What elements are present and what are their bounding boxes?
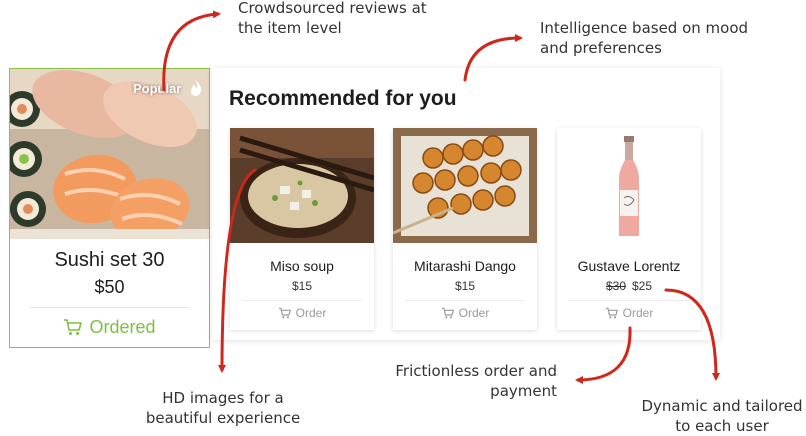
dango-photo	[393, 128, 537, 243]
annotation-frictionless-line1: Frictionless order and	[395, 362, 557, 380]
recommended-heading: Recommended for you	[229, 87, 457, 110]
item-divider	[569, 300, 689, 301]
cart-icon	[278, 307, 291, 319]
popular-badge: Popular	[133, 79, 203, 97]
annotation-reviews-line1: Crowdsourced reviews at	[238, 0, 427, 17]
annotation-frictionless: Frictionless order and payment	[370, 361, 557, 401]
annotation-intelligence-line2: and preferences	[540, 39, 662, 57]
order-button[interactable]: Order	[230, 306, 374, 320]
cart-icon	[441, 307, 454, 319]
recommended-item-miso-soup[interactable]: Miso soup $15 Order	[230, 128, 374, 330]
item-price-value: $25	[632, 279, 653, 293]
annotation-hd-images: HD images for a beautiful experience	[138, 388, 308, 428]
flame-icon	[191, 80, 202, 96]
item-name: Miso soup	[270, 258, 334, 274]
item-divider	[405, 300, 525, 301]
order-button[interactable]: Order	[393, 306, 537, 320]
ordered-status-label: Ordered	[89, 317, 156, 337]
cart-icon	[605, 307, 618, 319]
annotation-dynamic-line2: to each user	[675, 417, 769, 435]
order-button-label: Order	[458, 306, 490, 320]
order-button-label: Order	[295, 306, 327, 320]
order-button[interactable]: Order	[557, 306, 701, 320]
item-price: $30 $25	[557, 279, 701, 293]
cart-icon	[64, 319, 83, 335]
item-price-value: $15	[291, 279, 313, 293]
featured-item-title: Sushi set 30	[54, 249, 165, 271]
item-name: Gustave Lorentz	[577, 258, 681, 274]
annotation-intelligence-line1: Intelligence based on mood	[540, 19, 749, 37]
item-old-price: $30	[605, 279, 626, 293]
wine-bottle-photo	[557, 128, 701, 243]
item-price: $15	[393, 279, 537, 293]
sushi-photo: Popular	[10, 69, 209, 239]
featured-item-card[interactable]: Popular Sushi set 30 $50 Ordered	[9, 68, 210, 348]
order-button-label: Order	[622, 306, 654, 320]
annotation-hd-line1: HD images for a	[162, 389, 284, 407]
annotation-dynamic-line1: Dynamic and tailored	[641, 397, 803, 415]
annotation-reviews: Crowdsourced reviews at the item level	[238, 0, 427, 38]
popular-badge-label: Popular	[132, 81, 182, 96]
recommended-item-gustave-lorentz[interactable]: Gustave Lorentz $30 $25 Order	[557, 128, 701, 330]
featured-divider	[30, 307, 189, 308]
annotation-frictionless-line2: payment	[490, 382, 557, 400]
annotation-dynamic: Dynamic and tailored to each user	[630, 396, 806, 436]
annotation-intelligence: Intelligence based on mood and preferenc…	[540, 18, 748, 58]
recommended-panel: Recommended for you Miso soup $15 Order …	[212, 68, 720, 340]
item-price: $15	[230, 279, 374, 293]
ordered-status: Ordered	[10, 317, 209, 338]
recommended-item-mitarashi-dango[interactable]: Mitarashi Dango $15 Order	[393, 128, 537, 330]
annotation-reviews-line2: the item level	[238, 19, 342, 37]
item-name: Mitarashi Dango	[414, 258, 516, 274]
item-divider	[242, 300, 362, 301]
miso-soup-photo	[230, 128, 374, 243]
annotation-hd-line2: beautiful experience	[145, 409, 301, 427]
featured-item-price: $50	[94, 277, 125, 297]
item-price-value: $15	[454, 279, 476, 293]
